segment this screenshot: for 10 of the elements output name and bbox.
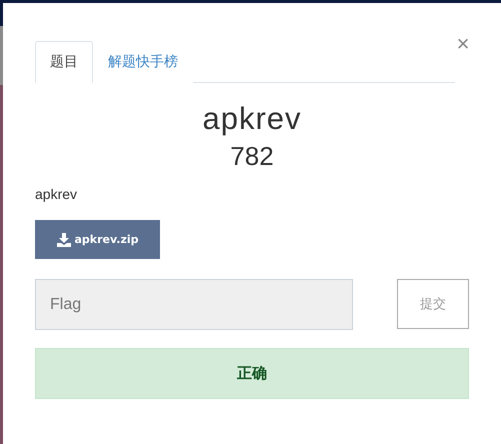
close-button[interactable]: × xyxy=(456,33,470,55)
flag-input[interactable]: Flag xyxy=(35,279,353,330)
tab[interactable]: 题目 xyxy=(35,41,93,83)
download-icon xyxy=(56,232,70,246)
submit-button[interactable]: 提交 xyxy=(397,279,469,329)
challenge-description: apkrev xyxy=(35,186,78,202)
challenge-title: apkrev xyxy=(201,101,303,137)
download-button[interactable]: apkrev.zip xyxy=(35,220,160,259)
result-message: 正确 xyxy=(35,348,469,399)
challenge-score: 782 xyxy=(229,141,275,172)
